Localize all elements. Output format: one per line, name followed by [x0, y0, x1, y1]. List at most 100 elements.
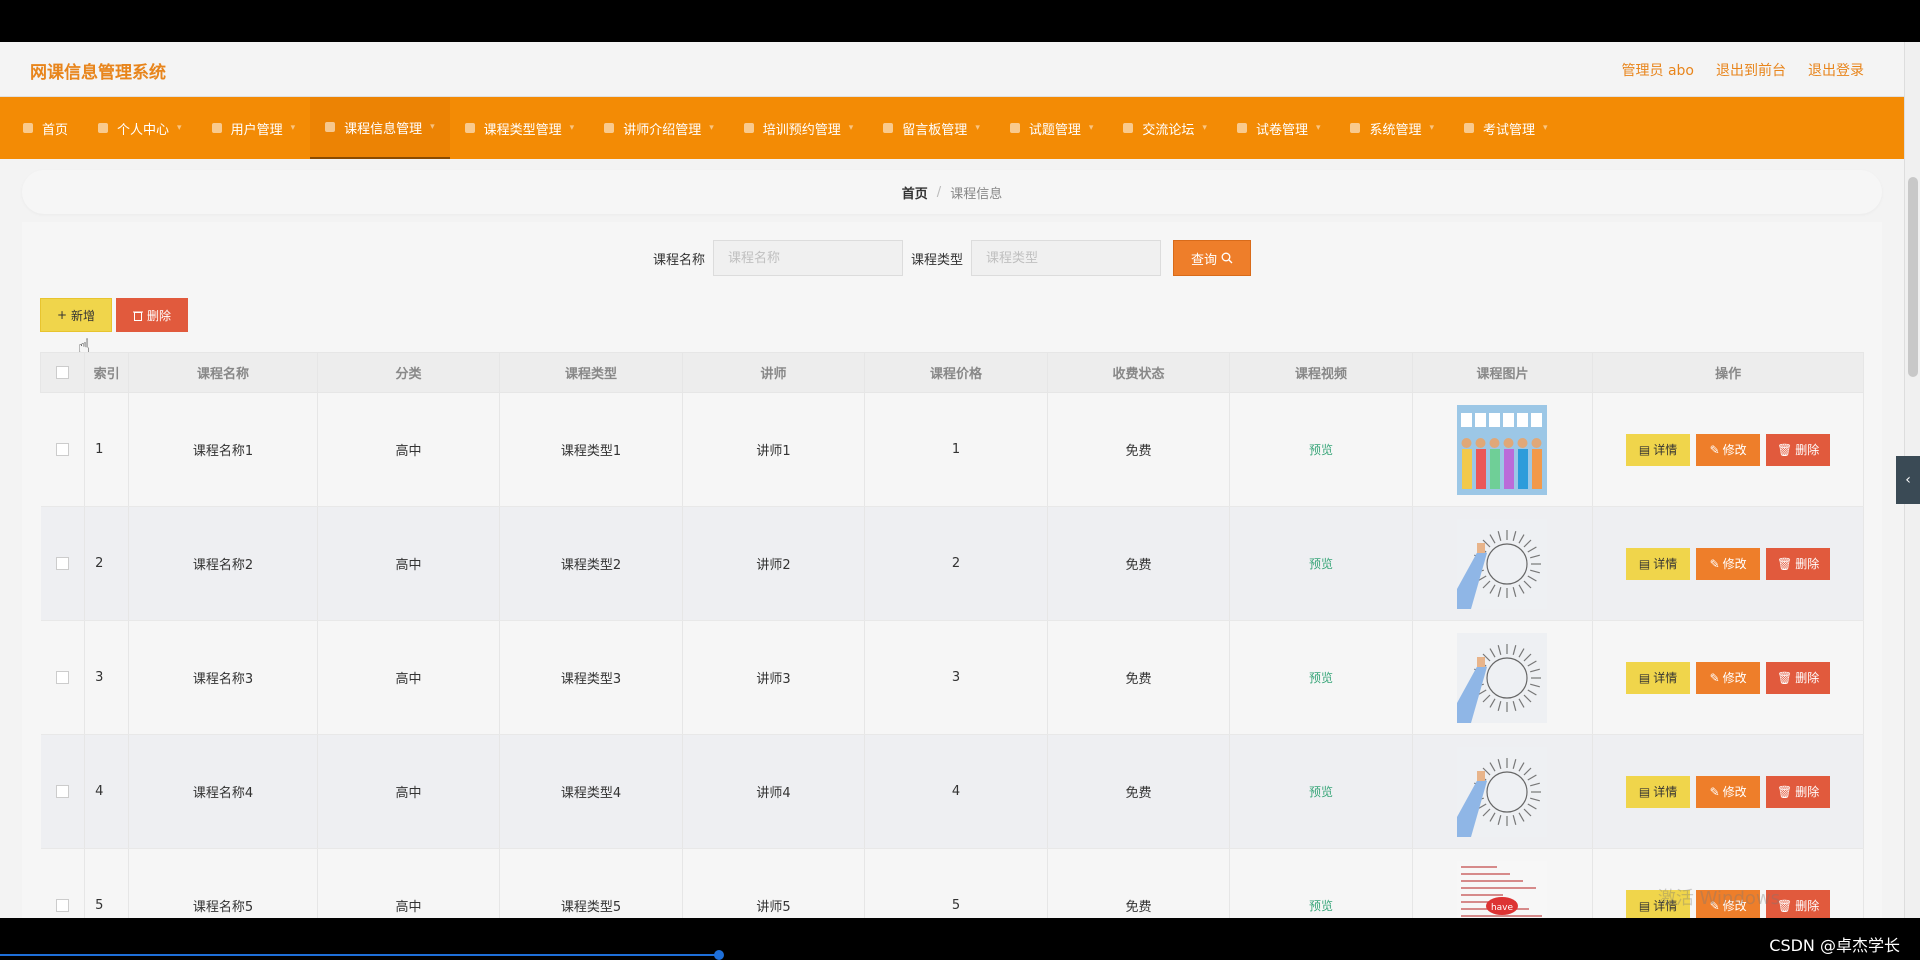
chevron-down-icon: ▾	[430, 122, 435, 132]
detail-button[interactable]: ▤ 详情	[1626, 433, 1691, 466]
nav-item-8[interactable]: 试题管理 ▾	[995, 97, 1109, 159]
detail-button[interactable]: ▤ 详情	[1626, 661, 1691, 694]
cell-actions: ▤ 详情 ✎ 修改 🗑 删除	[1592, 620, 1864, 735]
document-icon: ▤	[1638, 556, 1651, 571]
delete-button[interactable]: 🗑 删除	[1766, 661, 1831, 694]
breadcrumb-home[interactable]: 首页	[902, 183, 928, 202]
scrollbar-thumb[interactable]	[1908, 177, 1918, 377]
delete-label: 删除	[146, 308, 171, 323]
course-name-label: 课程名称	[652, 252, 705, 268]
side-panel-toggle[interactable]: ‹	[1896, 456, 1920, 504]
row-checkbox[interactable]	[55, 671, 69, 684]
select-all-checkbox[interactable]	[56, 366, 70, 379]
row-select-cell[interactable]	[40, 734, 86, 849]
have-word-cloud-image[interactable]: have	[1457, 860, 1548, 918]
nav-item-label: 试卷管理	[1255, 122, 1308, 138]
cell-video: 预览	[1229, 392, 1413, 507]
business-training-image[interactable]	[1457, 632, 1548, 723]
nav-item-11[interactable]: 系统管理 ▾	[1335, 97, 1449, 159]
header-video: 课程视频	[1229, 352, 1413, 393]
trash-icon: 🗑	[1776, 556, 1793, 571]
row-checkbox[interactable]	[55, 443, 69, 456]
bottom-bar: CSDN @卓杰学长	[0, 918, 1920, 960]
nav-item-7[interactable]: 留言板管理 ▾	[868, 97, 995, 159]
business-training-image[interactable]	[1457, 518, 1548, 609]
cell-name: 课程名称2	[128, 506, 318, 621]
chevron-down-icon: ▾	[848, 123, 854, 133]
row-checkbox[interactable]	[55, 899, 69, 912]
row-select-cell[interactable]	[40, 392, 86, 507]
delete-button[interactable]: 🗑 删除	[1766, 775, 1831, 808]
nav-item-1[interactable]: 个人中心 ▾	[83, 97, 197, 159]
nav-item-12[interactable]: 考试管理 ▾	[1449, 97, 1563, 159]
edit-button[interactable]: ✎ 修改	[1696, 661, 1761, 694]
row-select-cell[interactable]	[40, 848, 86, 918]
nav-item-5[interactable]: 讲师介绍管理 ▾	[589, 97, 729, 159]
nav-item-3[interactable]: 课程信息管理 ▾	[310, 97, 450, 159]
progress-handle[interactable]	[714, 950, 724, 960]
search-form: 课程名称 课程类型 查询	[22, 240, 1882, 276]
query-label: 查询	[1191, 252, 1218, 268]
trash-icon: 🗑	[1776, 442, 1793, 457]
edit-button[interactable]: ✎ 修改	[1696, 433, 1761, 466]
nav-item-2[interactable]: 用户管理 ▾	[197, 97, 311, 159]
table-row: 5 课程名称5 高中 课程类型5 讲师5 5 免费 预览 have ▤ 详情 ✎ 修改 🗑 删除	[40, 848, 1864, 918]
delete-label: 删除	[1795, 671, 1820, 685]
cell-price: 4	[864, 734, 1048, 849]
row-checkbox[interactable]	[55, 557, 69, 570]
video-preview-link[interactable]: 预览	[1309, 671, 1333, 685]
row-checkbox[interactable]	[55, 785, 69, 798]
nav-item-label: 用户管理	[230, 122, 283, 138]
nav-item-9[interactable]: 交流论坛 ▾	[1108, 97, 1222, 159]
cell-category: 高中	[317, 392, 501, 507]
hello-image[interactable]	[1457, 404, 1548, 495]
edit-button[interactable]: ✎ 修改	[1696, 547, 1761, 580]
delete-button[interactable]: 🗑 删除	[1766, 547, 1831, 580]
nav-item-4[interactable]: 课程类型管理 ▾	[450, 97, 590, 159]
table-row: 1 课程名称1 高中 课程类型1 讲师1 1 免费 预览 ▤ 详情 ✎ 修改 🗑 删除	[40, 392, 1864, 507]
header-category: 分类	[316, 352, 501, 393]
cell-type: 课程类型3	[499, 620, 683, 735]
cell-price: 3	[864, 620, 1048, 735]
video-preview-link[interactable]: 预览	[1309, 785, 1333, 799]
nav-item-10[interactable]: 试卷管理 ▾	[1222, 97, 1336, 159]
video-preview-link[interactable]: 预览	[1309, 443, 1333, 457]
admin-label[interactable]: 管理员 abo	[1622, 60, 1694, 80]
detail-button[interactable]: ▤ 详情	[1626, 775, 1691, 808]
course-type-input[interactable]	[971, 240, 1162, 276]
business-training-image[interactable]	[1457, 746, 1548, 837]
nav-item-label: 留言板管理	[902, 122, 968, 138]
video-preview-link[interactable]: 预览	[1309, 899, 1333, 913]
add-button[interactable]: + 新增	[40, 298, 112, 332]
clip-icon	[464, 122, 476, 134]
windows-watermark: 激活 Windows	[1657, 888, 1780, 909]
nav-item-label: 个人中心	[117, 122, 170, 138]
chevron-down-icon: ▾	[290, 123, 296, 133]
delete-button[interactable]: 🗑 删除	[1766, 433, 1831, 466]
select-all-header[interactable]	[39, 352, 86, 393]
video-progress-bar[interactable]	[0, 954, 720, 956]
detail-button[interactable]: ▤ 详情	[1626, 547, 1691, 580]
nav-item-label: 培训预约管理	[762, 122, 841, 138]
nav-item-0[interactable]: 首页	[8, 97, 83, 159]
cell-image: have	[1412, 848, 1594, 918]
cell-teacher: 讲师1	[682, 392, 866, 507]
trash-icon: 🗑	[1776, 784, 1793, 799]
edit-label: 修改	[1722, 557, 1747, 571]
logout-link[interactable]: 退出登录	[1808, 60, 1864, 80]
batch-delete-button[interactable]: 删除	[116, 298, 188, 332]
detail-label: 详情	[1653, 443, 1678, 457]
course-name-input[interactable]	[713, 240, 903, 276]
edit-button[interactable]: ✎ 修改	[1696, 775, 1761, 808]
video-preview-link[interactable]: 预览	[1309, 557, 1333, 571]
search-icon	[1221, 252, 1233, 264]
row-select-cell[interactable]	[40, 620, 86, 735]
nav-item-label: 试题管理	[1028, 122, 1081, 138]
main-nav: 首页 个人中心 ▾ 用户管理 ▾ 课程信息管理 ▾ 课程类型管理 ▾ 讲师介绍管理 ▾ 培训预约管理 ▾…	[0, 97, 1904, 159]
query-button[interactable]: 查询	[1173, 240, 1252, 276]
back-to-front-link[interactable]: 退出到前台	[1716, 60, 1786, 80]
nav-item-6[interactable]: 培训预约管理 ▾	[729, 97, 869, 159]
cell-index: 2	[84, 506, 130, 621]
row-select-cell[interactable]	[40, 506, 86, 621]
delete-label: 删除	[1795, 557, 1820, 571]
